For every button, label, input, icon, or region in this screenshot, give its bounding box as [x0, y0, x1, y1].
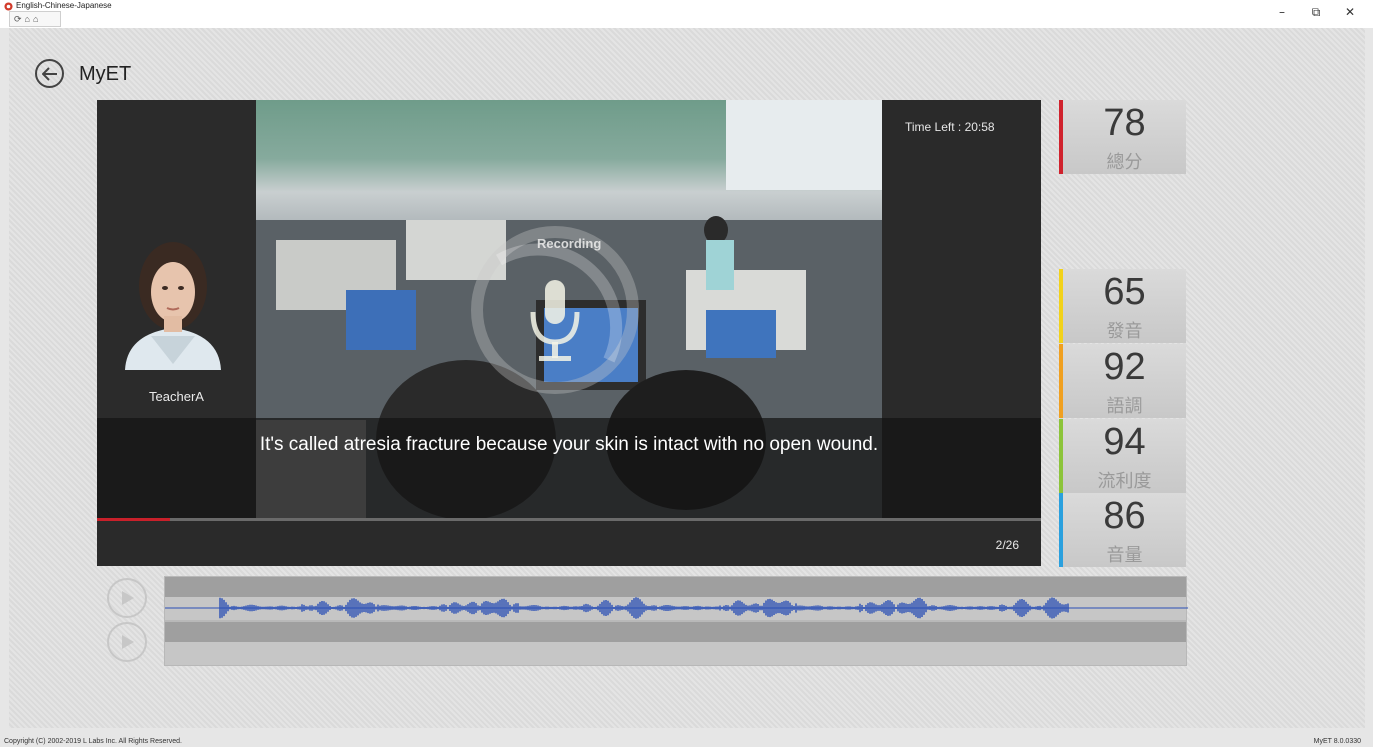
home-icon[interactable]: ⌂	[25, 13, 30, 25]
recording-label: Recording	[537, 236, 602, 251]
score-pronunciation-value: 65	[1103, 271, 1146, 313]
score-total-card: 78 總分	[1059, 100, 1186, 174]
score-volume-card: 86 音量	[1059, 493, 1186, 567]
minimize-button[interactable]: –	[1271, 4, 1293, 20]
progress-fill	[97, 518, 170, 521]
score-pronunciation-label: 發音	[1106, 321, 1143, 342]
window-title: English-Chinese-Japanese	[16, 1, 112, 10]
teacher-avatar	[125, 242, 221, 370]
score-intonation-value: 92	[1103, 346, 1146, 388]
score-intonation-label: 語調	[1106, 396, 1143, 417]
subtitle-text: It's called atresia fracture because you…	[259, 434, 879, 455]
page-title: MyET	[79, 63, 132, 85]
refresh-icon[interactable]: ⟳	[14, 13, 22, 25]
score-total-label: 總分	[1106, 152, 1143, 173]
score-volume-label: 音量	[1106, 545, 1143, 566]
main-area: MyET TeacherA Recording Time Left: 20:5…	[9, 28, 1365, 728]
play-teacher-button[interactable]	[107, 578, 147, 618]
page-counter: 2/26	[995, 538, 1019, 552]
home-outline-icon[interactable]: ⌂	[33, 13, 38, 25]
play-icon	[122, 591, 134, 605]
close-button[interactable]: ✕	[1339, 4, 1361, 20]
play-icon	[122, 635, 134, 649]
title-bar: English-Chinese-Japanese – ⧉ ✕ ⟳ ⌂ ⌂	[0, 0, 1373, 28]
progress-track[interactable]	[97, 518, 1041, 521]
version-text: MyET 8.0.0330	[1313, 738, 1361, 745]
score-fluency-label: 流利度	[1097, 471, 1152, 492]
score-total-value: 78	[1103, 102, 1146, 144]
score-fluency-card: 94 流利度	[1059, 419, 1186, 493]
app-logo-icon	[4, 2, 13, 11]
copyright-text: Copyright (C) 2002-2019 L Labs Inc. All …	[4, 738, 182, 745]
score-intonation-card: 92 語調	[1059, 344, 1186, 418]
arrow-left-icon	[41, 66, 57, 81]
play-recording-button[interactable]	[107, 622, 147, 662]
score-pronunciation-card: 65 發音	[1059, 269, 1186, 343]
restore-button[interactable]: ⧉	[1305, 4, 1327, 20]
time-left: Time Left : 20:58	[905, 120, 995, 134]
teacher-waveform-track[interactable]	[164, 576, 1188, 621]
teacher-name: TeacherA	[149, 389, 204, 404]
video-panel: TeacherA Recording Time Left: 20:58 It'…	[97, 100, 1041, 566]
back-button[interactable]	[35, 59, 64, 88]
score-volume-value: 86	[1103, 495, 1146, 537]
video-wall	[726, 100, 882, 190]
student-waveform-track[interactable]	[164, 621, 1187, 666]
quick-toolbar: ⟳ ⌂ ⌂	[9, 11, 61, 27]
audio-waveform	[165, 597, 1188, 619]
score-fluency-value: 94	[1103, 421, 1146, 463]
